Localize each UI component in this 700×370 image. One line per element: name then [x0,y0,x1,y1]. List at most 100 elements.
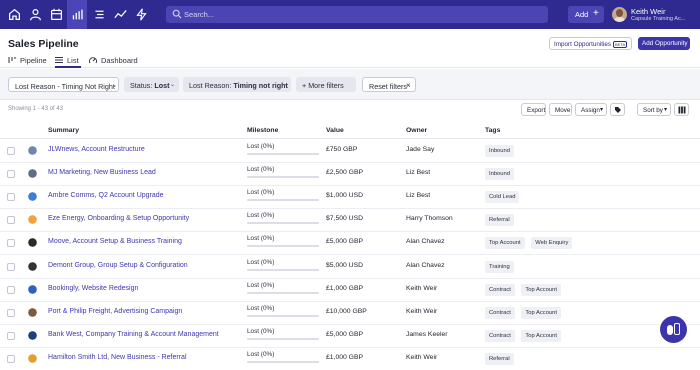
export-button[interactable]: Export [521,103,546,116]
row-checkbox[interactable] [7,354,15,363]
column-value[interactable]: Value [326,127,344,134]
column-tags[interactable]: Tags [485,127,500,134]
milestone-progress-bar [247,360,319,363]
opportunity-value: $1,000 USD [326,192,364,200]
calendar-icon[interactable] [50,8,63,21]
chevron-down-icon: ▾ [664,107,668,113]
add-menu-button[interactable]: Add + [568,6,604,23]
tag-badge[interactable]: Contract [485,306,515,319]
more-filters-button[interactable]: + More filters [296,77,356,92]
owner-name: Alan Chavez [406,238,445,246]
opportunity-value: £10,000 GBP [326,307,367,315]
opportunity-link[interactable]: Demont Group, Group Setup & Configuratio… [48,262,188,269]
owner-name: Keith Weir [406,307,438,315]
opportunity-link[interactable]: Hamilton Smith Ltd, New Business - Refer… [48,354,187,361]
row-checkbox[interactable] [7,170,15,179]
row-checkbox[interactable] [7,308,15,317]
filter-bar: Lost Reason - Timing Not Right ⌄ Status:… [0,69,700,100]
lost-reason-filter[interactable]: Lost Reason: Timing not right ⌄ [183,77,291,92]
milestone-label: Lost (0%) [247,304,275,312]
opportunity-link[interactable]: JLWnews, Account Restructure [48,146,145,153]
milestone-progress-bar [247,245,319,248]
analytics-icon[interactable] [114,8,127,21]
column-milestone[interactable]: Milestone [247,127,278,134]
row-checkbox[interactable] [7,285,15,294]
row-checkbox[interactable] [7,262,15,271]
columns-button[interactable] [674,103,689,116]
tag-badge[interactable]: Cold Lead [485,191,520,204]
column-summary[interactable]: Summary [48,127,79,134]
row-checkbox[interactable] [7,331,15,340]
tag-badge[interactable]: Top Account [521,283,561,296]
tag-badge[interactable]: Inbound [485,145,514,157]
table-row[interactable]: Eze Energy, Onboarding & Setup Opportuni… [0,209,700,233]
person-icon[interactable] [29,8,42,21]
import-opportunities-button[interactable]: Import Opportunities BETA [549,37,632,50]
opportunity-link[interactable]: Ambre Comms, Q2 Account Upgrade [48,192,164,199]
row-checkbox[interactable] [7,216,15,225]
table-row[interactable]: JLWnews, Account Restructure Lost (0%) £75… [0,140,700,163]
milestone-label: Lost (0%) [247,166,275,174]
tag-badge[interactable]: Referral [485,352,514,365]
top-navigation-bar: Search... Add + Keith Weir Capsule Train… [0,0,700,29]
row-checkbox[interactable] [7,147,15,155]
tag-badge[interactable]: Top Account [521,306,561,319]
company-logo-icon [26,305,39,319]
row-checkbox[interactable] [7,239,15,248]
milestone-progress-bar [247,337,319,340]
reset-filters-button[interactable]: Reset filters × [362,77,416,92]
tag-badge[interactable]: Web Enquiry [531,237,573,250]
tab-list[interactable]: List [55,55,81,68]
opportunity-value: $7,500 USD [326,215,364,223]
status-filter[interactable]: Status: Lost ⌄ [124,77,179,92]
table-row[interactable]: Bank West, Company Training & Account Ma… [0,325,700,348]
add-opportunity-button[interactable]: Add Opportunity [638,37,690,50]
milestone-progress-bar [247,176,319,179]
milestone-label: Lost (0%) [247,235,275,243]
saved-filter-dropdown[interactable]: Lost Reason - Timing Not Right ⌄ [8,77,119,92]
pipeline-icon [8,56,16,64]
table-row[interactable]: Hamilton Smith Ltd, New Business - Refer… [0,348,700,370]
home-icon[interactable] [8,8,21,21]
table-row[interactable]: Bookingly, Website Redesign Lost (0%) £1,0… [0,279,700,302]
milestone-label: Lost (0%) [247,258,275,266]
tag-badge[interactable]: Contract [485,283,515,296]
sort-by-dropdown[interactable]: Sort by ▾ [637,103,671,116]
opportunity-value: £2,500 GBP [326,169,364,177]
table-row[interactable]: Port & Philip Freight, Advertising Campa… [0,302,700,325]
tag-badge[interactable]: Inbound [485,168,514,181]
lightning-icon[interactable] [135,8,148,21]
opportunity-link[interactable]: Eze Energy, Onboarding & Setup Opportuni… [48,215,189,222]
owner-name: James Keeler [406,330,448,338]
tag-badge[interactable]: Referral [485,214,514,227]
opportunity-link[interactable]: Port & Philip Freight, Advertising Campa… [48,308,182,315]
company-logo-icon [26,236,39,250]
table-row[interactable]: Ambre Comms, Q2 Account Upgrade Lost (0%)… [0,186,700,210]
cases-icon[interactable] [93,8,106,21]
opportunity-link[interactable]: Moove, Account Setup & Business Training [48,238,182,245]
opportunity-value: £1,000 GBP [326,284,364,292]
row-checkbox[interactable] [7,193,15,202]
user-menu[interactable]: Keith Weir Capsule Training Ac... [612,5,700,25]
table-row[interactable]: Demont Group, Group Setup & Configuratio… [0,256,700,279]
tag-badge[interactable]: Top Account [485,237,525,250]
tag-badge[interactable]: Training [485,260,514,273]
bar-chart-icon[interactable] [71,8,84,21]
table-row[interactable]: MJ Marketing, New Business Lead Lost (0%)… [0,163,700,187]
tag-badge[interactable]: Contract [485,329,515,342]
opportunity-link[interactable]: Bank West, Company Training & Account Ma… [48,331,219,338]
column-owner[interactable]: Owner [406,127,427,134]
company-logo-icon [26,259,39,273]
owner-name: Keith Weir [406,353,438,361]
company-logo-icon [26,213,39,227]
table-row[interactable]: Moove, Account Setup & Business Training… [0,232,700,256]
search-icon [172,9,182,19]
opportunity-link[interactable]: Bookingly, Website Redesign [48,285,138,292]
global-search-input[interactable]: Search... [166,6,548,23]
help-widget-button[interactable] [660,316,687,343]
assign-dropdown[interactable]: Assign ▾ [575,103,607,116]
move-button[interactable]: Move [549,103,572,116]
tag-badge[interactable]: Top Account [521,329,561,342]
tag-button[interactable] [610,103,625,116]
opportunity-link[interactable]: MJ Marketing, New Business Lead [48,169,156,176]
